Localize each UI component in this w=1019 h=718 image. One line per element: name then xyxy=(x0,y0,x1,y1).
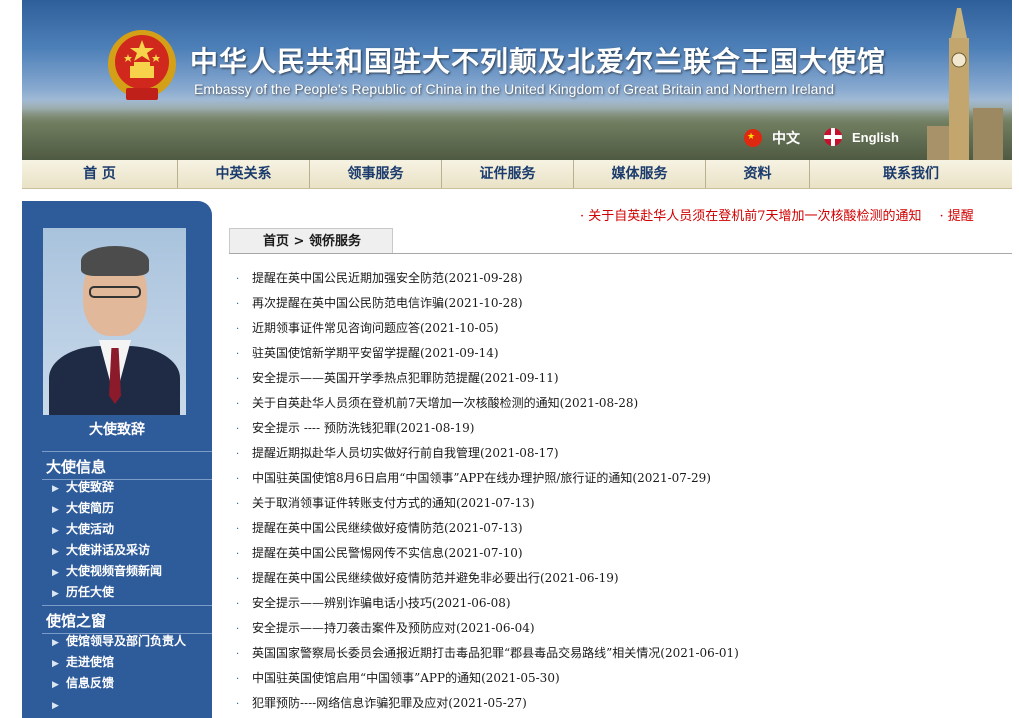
sidebar-item-ambassador-resume[interactable]: ▶ 大使简历 xyxy=(52,498,162,519)
ambassador-speech-link[interactable]: 大使致辞 xyxy=(22,419,212,439)
sidebar-item-embassy-leaders[interactable]: ▶ 使馆领导及部门负责人 xyxy=(52,631,186,652)
arrow-right-icon: ▶ xyxy=(52,547,59,557)
news-list-item[interactable]: · 犯罪预防----网络信息诈骗犯罪及应对(2021-05-27) xyxy=(236,691,739,716)
news-list-item[interactable]: · 提醒在英中国公民继续做好疫情防范(2021-07-13) xyxy=(236,516,739,541)
news-list-item[interactable]: · 安全提示——持刀袭击案件及预防应对(2021-06-04) xyxy=(236,616,739,641)
news-list-item[interactable]: · 再次提醒在英中国公民防范电信诈骗(2021-10-28) xyxy=(236,291,739,316)
uk-flag-icon xyxy=(824,128,842,146)
ambassador-photo[interactable] xyxy=(43,228,186,415)
sidebar-item-ambassador-speech[interactable]: ▶ 大使致辞 xyxy=(52,477,162,498)
site-title-english: Embassy of the People's Republic of Chin… xyxy=(194,81,835,97)
divider xyxy=(42,451,212,452)
news-list-item[interactable]: · 提醒在英中国公民近期加强安全防范(2021-09-28) xyxy=(236,266,739,291)
bullet-icon: · xyxy=(236,574,240,585)
nav-item-home[interactable]: 首 页 xyxy=(22,160,178,188)
news-list: · 提醒在英中国公民近期加强安全防范(2021-09-28) · 再次提醒在英中国公… xyxy=(236,266,739,716)
nav-item-contact-us[interactable]: 联系我们 xyxy=(810,160,1012,188)
ambassador-info-list: ▶ 大使致辞 ▶ 大使简历 ▶ 大使活动 ▶ 大使讲话及采访 ▶ 大使视频音频新闻 ▶ 历任… xyxy=(52,477,162,603)
sidebar-item-former-ambassadors[interactable]: ▶ 历任大使 xyxy=(52,582,162,603)
news-list-item[interactable]: · 近期领事证件常见咨询问题应答(2021-10-05) xyxy=(236,316,739,341)
arrow-right-icon: ▶ xyxy=(52,638,59,648)
news-list-item[interactable]: · 提醒在英中国公民继续做好疫情防范并避免非必要出行(2021-06-19) xyxy=(236,566,739,591)
national-emblem-icon xyxy=(108,30,176,100)
sidebar-item-ambassador-speeches-interviews[interactable]: ▶ 大使讲话及采访 xyxy=(52,540,162,561)
news-list-item[interactable]: · 中国驻英国使馆启用“中国领事”APP的通知(2021-05-30) xyxy=(236,666,739,691)
bullet-icon: · xyxy=(236,649,240,660)
china-flag-icon xyxy=(744,129,762,147)
bullet-icon: · xyxy=(236,549,240,560)
sidebar-item-more[interactable]: ▶ xyxy=(52,694,186,715)
bullet-icon: · xyxy=(236,449,240,460)
sidebar: 大使致辞 大使信息 ▶ 大使致辞 ▶ 大使简历 ▶ 大使活动 ▶ 大使讲话及采访 ▶ 大使… xyxy=(22,201,212,718)
ticker-item[interactable]: · 提醒 xyxy=(940,209,974,223)
news-list-item[interactable]: · 提醒在英中国公民警惕网传不实信息(2021-07-10) xyxy=(236,541,739,566)
news-list-item[interactable]: · 中国驻英国使馆8月6日启用“中国领事”APP在线办理护照/旅行证的通知(202… xyxy=(236,466,739,491)
language-english-link[interactable]: English xyxy=(824,128,899,146)
bullet-icon: · xyxy=(236,474,240,485)
bullet-icon: · xyxy=(236,524,240,535)
embassy-window-list: ▶ 使馆领导及部门负责人 ▶ 走进使馆 ▶ 信息反馈 ▶ xyxy=(52,631,186,715)
bullet-icon: · xyxy=(236,374,240,385)
bullet-icon: · xyxy=(236,624,240,635)
bullet-icon: · xyxy=(236,599,240,610)
breadcrumb-bar: 首页 > 领侨服务 xyxy=(229,228,1012,254)
sidebar-item-ambassador-video-audio[interactable]: ▶ 大使视频音频新闻 xyxy=(52,561,162,582)
breadcrumb-current: 领侨服务 xyxy=(308,234,361,249)
arrow-right-icon: ▶ xyxy=(52,680,59,690)
news-list-item[interactable]: · 英国国家警察局长委员会通报近期打击毒品犯罪“郡县毒品交易路线”相关情况(202… xyxy=(236,641,739,666)
breadcrumb: 首页 > 领侨服务 xyxy=(229,228,393,253)
arrow-right-icon: ▶ xyxy=(52,701,59,711)
news-list-item[interactable]: · 提醒近期拟赴华人员切实做好行前自我管理(2021-08-17) xyxy=(236,441,739,466)
bullet-icon: · xyxy=(236,424,240,435)
nav-item-document-services[interactable]: 证件服务 xyxy=(442,160,574,188)
language-chinese-link[interactable]: 中文 xyxy=(744,128,800,148)
bullet-icon: · xyxy=(236,699,240,710)
section-heading-ambassador-info: 大使信息 xyxy=(46,458,107,476)
breadcrumb-home-link[interactable]: 首页 xyxy=(263,234,289,249)
bullet-icon: · xyxy=(236,274,240,285)
nav-item-media-services[interactable]: 媒体服务 xyxy=(574,160,706,188)
bullet-icon: · xyxy=(236,399,240,410)
news-list-item[interactable]: · 关于自英赴华人员须在登机前7天增加一次核酸检测的通知(2021-08-28) xyxy=(236,391,739,416)
news-list-item[interactable]: · 安全提示——辨别诈骗电话小技巧(2021-06-08) xyxy=(236,591,739,616)
news-list-item[interactable]: · 安全提示——英国开学季热点犯罪防范提醒(2021-09-11) xyxy=(236,366,739,391)
arrow-right-icon: ▶ xyxy=(52,526,59,536)
arrow-right-icon: ▶ xyxy=(52,589,59,599)
breadcrumb-separator: > xyxy=(289,234,309,249)
divider xyxy=(42,605,212,606)
arrow-right-icon: ▶ xyxy=(52,505,59,515)
nav-item-consular-services[interactable]: 领事服务 xyxy=(310,160,442,188)
sidebar-item-visit-embassy[interactable]: ▶ 走进使馆 xyxy=(52,652,186,673)
bullet-icon: · xyxy=(236,299,240,310)
arrow-right-icon: ▶ xyxy=(52,659,59,669)
nav-item-resources[interactable]: 资料 xyxy=(706,160,810,188)
news-list-item[interactable]: · 关于取消领事证件转账支付方式的通知(2021-07-13) xyxy=(236,491,739,516)
main-navigation: 首 页 中英关系 领事服务 证件服务 媒体服务 资料 联系我们 xyxy=(22,160,1012,189)
bullet-icon: · xyxy=(236,349,240,360)
bullet-icon: · xyxy=(236,324,240,335)
site-title-chinese: 中华人民共和国驻大不列颠及北爱尔兰联合王国大使馆 xyxy=(190,45,887,78)
bullet-icon: · xyxy=(236,674,240,685)
header-banner: 中华人民共和国驻大不列颠及北爱尔兰联合王国大使馆 Embassy of the … xyxy=(22,0,1012,160)
sidebar-item-ambassador-activities[interactable]: ▶ 大使活动 xyxy=(52,519,162,540)
sidebar-item-feedback[interactable]: ▶ 信息反馈 xyxy=(52,673,186,694)
ticker-item[interactable]: · 关于自英赴华人员须在登机前7天增加一次核酸检测的通知 xyxy=(580,209,922,223)
arrow-right-icon: ▶ xyxy=(52,484,59,494)
bullet-icon: · xyxy=(236,499,240,510)
section-heading-embassy-window: 使馆之窗 xyxy=(46,612,107,630)
arrow-right-icon: ▶ xyxy=(52,568,59,578)
news-ticker: · 关于自英赴华人员须在登机前7天增加一次核酸检测的通知 · 提醒 xyxy=(580,205,1012,223)
nav-item-china-uk-relations[interactable]: 中英关系 xyxy=(178,160,310,188)
big-ben-icon xyxy=(927,8,1003,160)
news-list-item[interactable]: · 驻英国使馆新学期平安留学提醒(2021-09-14) xyxy=(236,341,739,366)
news-list-item[interactable]: · 安全提示 ---- 预防洗钱犯罪(2021-08-19) xyxy=(236,416,739,441)
